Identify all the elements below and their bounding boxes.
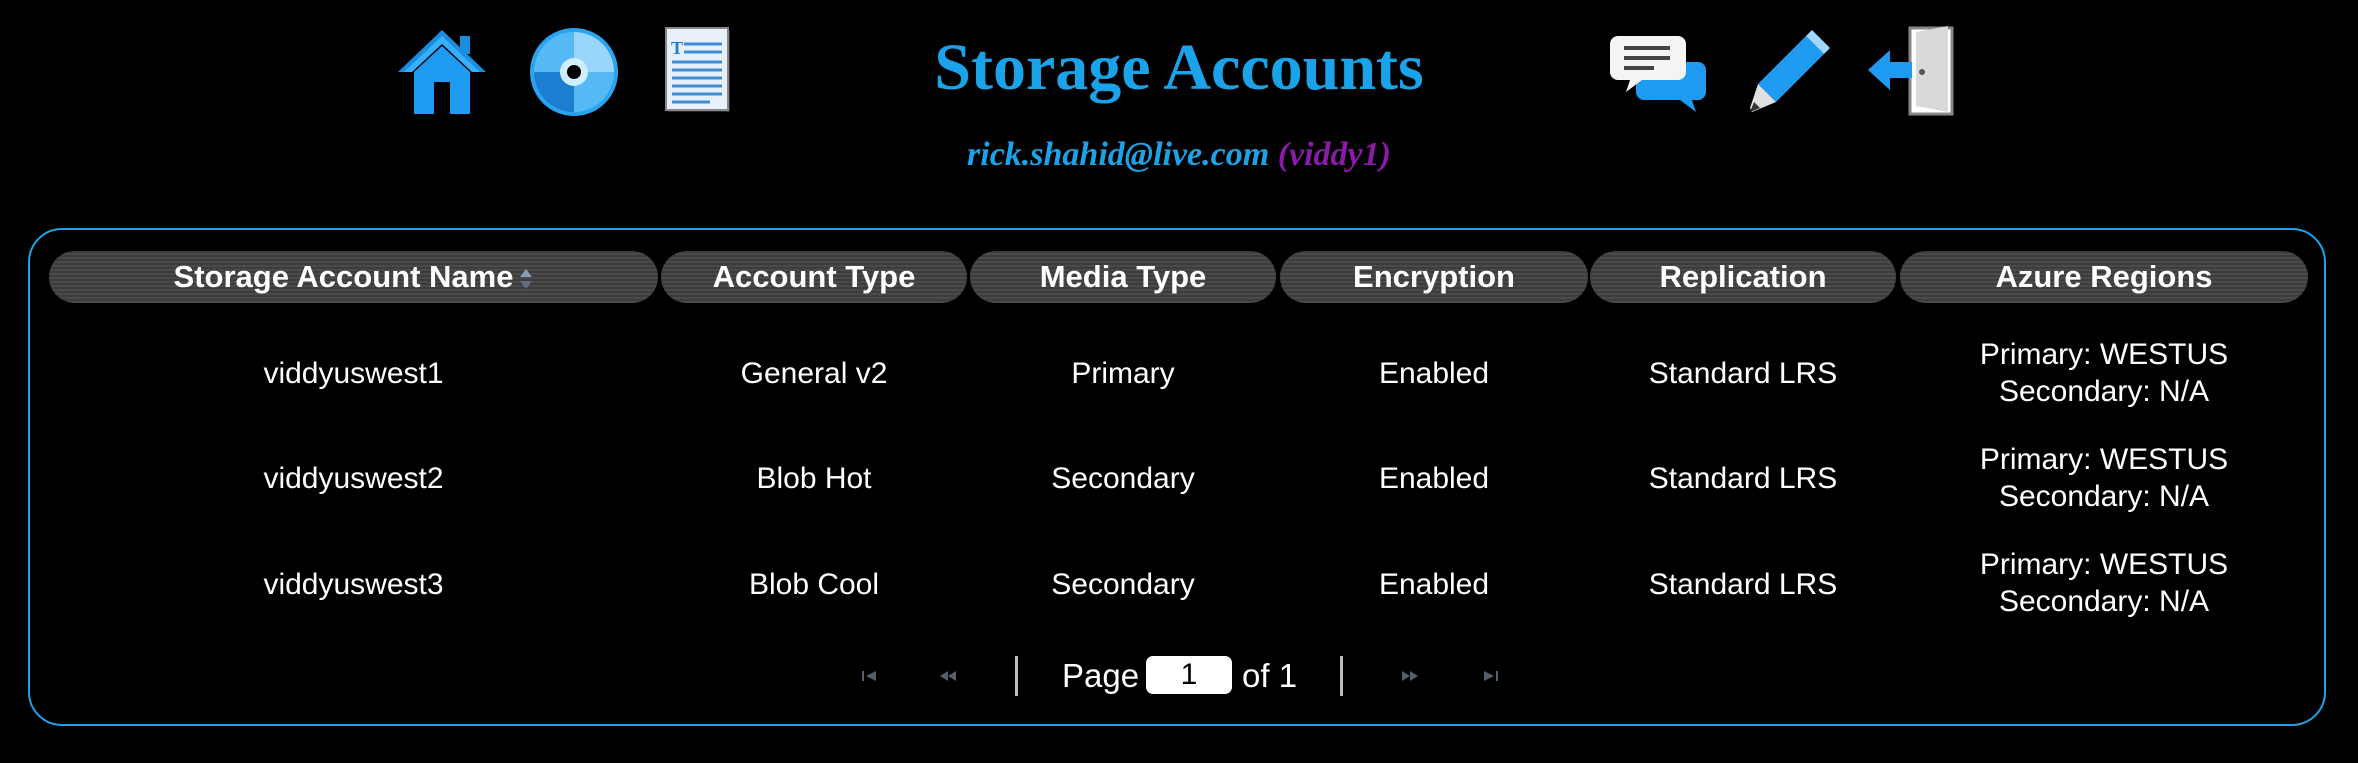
user-info: rick.shahid@live.com (viddy1) xyxy=(0,136,2358,174)
column-header-encryption[interactable]: Encryption xyxy=(1280,251,1588,303)
cell-replication: Standard LRS xyxy=(1648,357,1838,390)
previous-page-icon[interactable] xyxy=(934,662,962,690)
cell-region-secondary: Secondary: N/A xyxy=(1998,585,2210,618)
page-label: Page xyxy=(1062,657,1140,694)
user-email: rick.shahid@live.com xyxy=(967,136,1270,173)
user-alias: (viddy1) xyxy=(1277,136,1391,173)
last-page-icon[interactable] xyxy=(1476,662,1504,690)
pencil-icon[interactable] xyxy=(1740,22,1840,122)
sort-icon[interactable] xyxy=(519,262,533,289)
page-number-input[interactable] xyxy=(1146,656,1232,694)
page-title: Storage Accounts xyxy=(934,31,1424,104)
cell-name: viddyuswest2 xyxy=(263,462,444,495)
cell-account-type: General v2 xyxy=(740,357,888,390)
column-header-azure-regions[interactable]: Azure Regions xyxy=(1900,251,2308,303)
logout-icon[interactable] xyxy=(1864,22,1964,122)
cell-media-type: Primary xyxy=(1071,357,1175,390)
cell-encryption: Enabled xyxy=(1378,357,1490,390)
cell-media-type: Secondary xyxy=(1051,462,1195,495)
chat-icon[interactable] xyxy=(1608,22,1708,122)
pager-separator xyxy=(1340,656,1343,696)
cell-encryption: Enabled xyxy=(1378,568,1490,601)
first-page-icon[interactable] xyxy=(856,662,884,690)
page-total-label: of 1 xyxy=(1242,657,1298,694)
cell-region-secondary: Secondary: N/A xyxy=(1998,375,2210,408)
cell-name: viddyuswest3 xyxy=(263,568,444,601)
column-header-account-type[interactable]: Account Type xyxy=(661,251,967,303)
cell-name: viddyuswest1 xyxy=(263,357,444,390)
cell-account-type: Blob Cool xyxy=(748,568,880,601)
cell-region-primary: Primary: WESTUS xyxy=(1979,338,2229,371)
cell-account-type: Blob Hot xyxy=(756,462,872,495)
cell-replication: Standard LRS xyxy=(1648,462,1838,495)
cell-region-primary: Primary: WESTUS xyxy=(1979,443,2229,476)
pager-separator xyxy=(1015,656,1018,696)
column-header-name[interactable]: Storage Account Name xyxy=(49,251,658,303)
cell-encryption: Enabled xyxy=(1378,462,1490,495)
cell-replication: Standard LRS xyxy=(1648,568,1838,601)
cell-region-secondary: Secondary: N/A xyxy=(1998,480,2210,513)
cell-region-primary: Primary: WESTUS xyxy=(1979,548,2229,581)
cell-media-type: Secondary xyxy=(1051,568,1195,601)
next-page-icon[interactable] xyxy=(1396,662,1424,690)
column-header-media-type[interactable]: Media Type xyxy=(970,251,1276,303)
column-header-replication[interactable]: Replication xyxy=(1590,251,1896,303)
